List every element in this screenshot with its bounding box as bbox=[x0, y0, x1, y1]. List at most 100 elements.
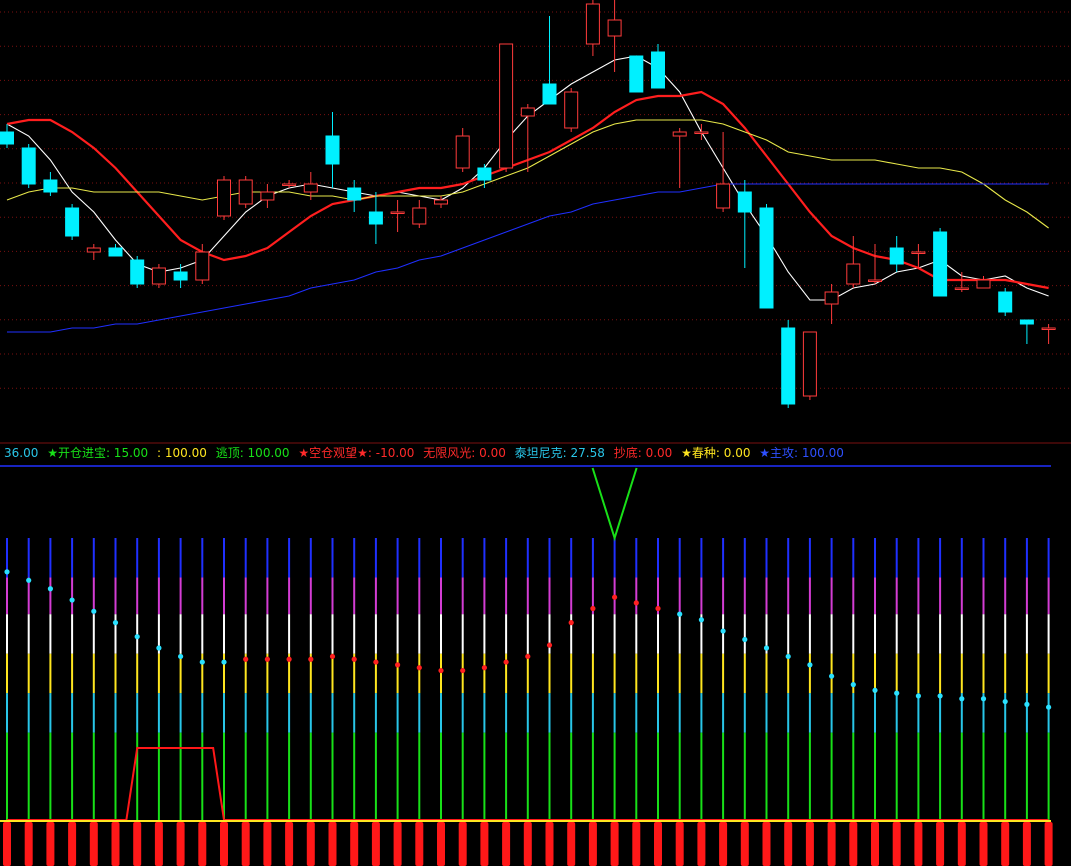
candle bbox=[564, 88, 579, 132]
candle-body bbox=[499, 43, 514, 169]
base-stub bbox=[805, 822, 814, 866]
candle bbox=[759, 204, 774, 309]
candle bbox=[65, 204, 80, 240]
base-stub bbox=[220, 822, 228, 866]
indicator-dot bbox=[395, 662, 401, 668]
base-stub bbox=[914, 822, 923, 866]
candle-body bbox=[195, 251, 210, 281]
candle bbox=[802, 331, 817, 400]
base-stub bbox=[198, 822, 207, 866]
candle-body bbox=[368, 211, 383, 225]
indicator-dot bbox=[698, 617, 705, 623]
base-stub bbox=[241, 822, 250, 866]
candle-body bbox=[238, 179, 253, 205]
base-stub bbox=[3, 822, 11, 866]
indicator-dot bbox=[763, 645, 770, 651]
indicator-dot bbox=[243, 656, 249, 662]
indicator-dot bbox=[677, 611, 683, 617]
indicator-dot bbox=[1046, 704, 1052, 710]
base-stub bbox=[523, 822, 532, 866]
base-stub bbox=[654, 822, 662, 866]
candle-body bbox=[868, 279, 882, 282]
indicator-dot bbox=[807, 662, 813, 668]
candle-body bbox=[520, 107, 535, 117]
candle bbox=[130, 256, 145, 288]
base-stub bbox=[89, 822, 98, 866]
candle bbox=[217, 176, 231, 220]
candle-body bbox=[130, 259, 145, 285]
legend-chunzhong: ★春种: 0.00 bbox=[681, 446, 751, 460]
base-stub bbox=[936, 822, 945, 866]
indicator-dot bbox=[785, 653, 791, 660]
base-stub bbox=[46, 822, 55, 866]
candle bbox=[21, 144, 36, 188]
indicator-dot bbox=[112, 620, 119, 626]
base-stub bbox=[632, 822, 641, 866]
base-stub bbox=[849, 822, 858, 866]
candle bbox=[998, 288, 1013, 316]
base-stub bbox=[24, 822, 33, 866]
candle-body bbox=[737, 191, 752, 213]
candle-body bbox=[629, 55, 644, 93]
indicator-dot bbox=[4, 569, 10, 575]
indicator-dot bbox=[286, 656, 292, 662]
candle-body bbox=[672, 131, 687, 137]
base-stub bbox=[762, 822, 771, 866]
indicator-dot bbox=[568, 620, 574, 626]
candle-body bbox=[564, 91, 579, 129]
candle-body bbox=[390, 211, 405, 214]
base-stub bbox=[285, 822, 294, 866]
candle-body bbox=[824, 291, 839, 305]
indicator-dot bbox=[525, 653, 531, 660]
indicator-dot bbox=[91, 608, 97, 614]
indicator-dot bbox=[937, 693, 943, 699]
candle-body bbox=[911, 251, 926, 254]
candle bbox=[933, 228, 948, 297]
base-stub bbox=[610, 822, 619, 866]
base-stub bbox=[502, 822, 511, 866]
indicator-legend: 36.00 ★开仓进宝: 15.00 : 100.00 逃顶: 100.00 ★… bbox=[4, 444, 849, 462]
candle-body bbox=[542, 83, 557, 105]
candle-body bbox=[347, 187, 362, 201]
indicator-dot bbox=[1002, 698, 1008, 705]
base-stub bbox=[697, 822, 706, 866]
candle-body bbox=[0, 131, 14, 145]
indicator-dot bbox=[373, 659, 379, 665]
candle-body bbox=[455, 135, 470, 169]
indicator-dot bbox=[460, 667, 466, 674]
base-stub bbox=[393, 822, 402, 866]
candle-body bbox=[173, 271, 188, 281]
candle-body bbox=[1019, 319, 1034, 325]
indicator-dot bbox=[633, 600, 639, 606]
candle-body bbox=[217, 179, 231, 217]
base-stub bbox=[1022, 822, 1031, 866]
indicator-dot bbox=[742, 636, 748, 643]
base-stub bbox=[263, 822, 272, 866]
base-stub bbox=[892, 822, 901, 866]
indicator-dot bbox=[481, 665, 487, 671]
candle-body bbox=[303, 183, 318, 193]
indicator-dot bbox=[915, 693, 922, 699]
indicator-dot bbox=[329, 653, 336, 660]
base-stub bbox=[957, 822, 966, 866]
base-stub bbox=[111, 822, 120, 866]
legend-kongcang: ★空仓观望★: -10.00 bbox=[298, 446, 415, 460]
candle-body bbox=[43, 179, 58, 193]
candle-body bbox=[1041, 327, 1056, 330]
chart-canvas bbox=[0, 0, 1071, 866]
indicator-dot bbox=[438, 667, 444, 674]
indicator-dot bbox=[416, 665, 422, 671]
indicator-dot bbox=[959, 696, 965, 702]
indicator-dot bbox=[351, 656, 357, 662]
candle-body bbox=[759, 207, 774, 309]
candle-body bbox=[976, 279, 991, 289]
indicator-dot bbox=[221, 659, 227, 665]
base-stub bbox=[1044, 822, 1053, 866]
candle bbox=[499, 43, 514, 172]
candle bbox=[781, 320, 796, 408]
candle-body bbox=[325, 135, 340, 165]
base-stub bbox=[719, 822, 728, 866]
indicator-dot bbox=[156, 645, 162, 651]
indicator-dot bbox=[546, 642, 553, 648]
candle-body bbox=[65, 207, 80, 237]
